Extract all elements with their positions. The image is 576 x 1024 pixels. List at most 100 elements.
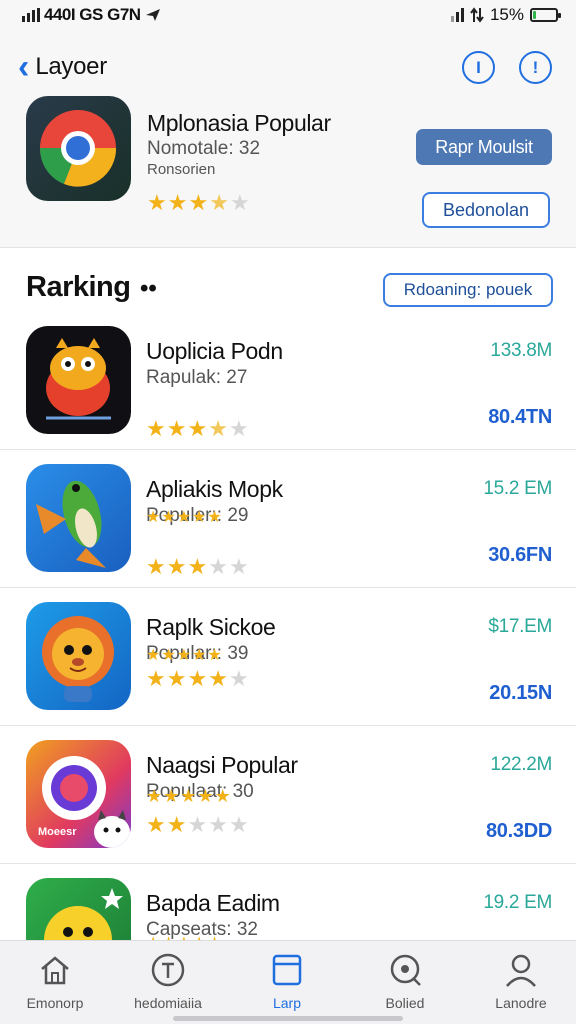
featured-rating-stars: ★ ★ ★ ★ ★ [147, 192, 250, 214]
star-icon: ★ [197, 786, 214, 806]
star-icon: ★ [228, 416, 249, 441]
tab-profile[interactable]: Lanodre [466, 951, 576, 1011]
app-name: Naagsi Popular [146, 752, 298, 778]
star-icon: ★ [146, 647, 161, 664]
section-title: Rarking [26, 271, 131, 303]
star-icon: ★ [192, 647, 207, 664]
app-row[interactable]: Apliakis Mopk Populer:: 29 ★ ★ ★ ★ ★ ★ ★ ★ ★ ★ 1… [0, 450, 576, 588]
orange-monster-icon [26, 326, 131, 434]
star-icon: ★ [187, 666, 208, 691]
app-subtitle: Rapulak: 27 [146, 367, 248, 388]
app-download-count: 30.6FN [488, 544, 552, 566]
tab-label: Lanodre [495, 995, 547, 1011]
star-icon: ★ [176, 509, 192, 526]
star-icon: ★ [187, 812, 208, 837]
star-icon: ★ [166, 666, 187, 691]
app-download-count: 80.4TN [488, 406, 552, 428]
folder-icon [232, 951, 342, 989]
home-icon [0, 951, 110, 989]
status-bar: 440I GS G7N 15% [0, 0, 576, 34]
app-size: 15.2 EM [483, 478, 552, 499]
home-indicator [173, 1016, 403, 1021]
star-icon: ★ [208, 554, 228, 579]
chevron-left-icon: ‹ [18, 48, 30, 86]
back-label: Layoer [35, 53, 107, 80]
search-icon [350, 951, 460, 989]
star-icon: ★ [192, 509, 207, 526]
star-icon: ★ [166, 554, 187, 579]
app-icon-text: Moeesr [38, 826, 77, 838]
app-size: 122.2M [490, 754, 552, 775]
tab-label: Bolied [385, 995, 425, 1011]
star-icon: ★ [146, 786, 163, 806]
star-icon: ★ [146, 812, 166, 837]
app-download-count: 80.3DD [485, 820, 552, 842]
battery-percent: 15% [489, 5, 524, 24]
tab-label: hedomiaiia [134, 995, 202, 1011]
star-icon: ★ [146, 666, 166, 691]
star-icon: ★ [163, 786, 180, 806]
tab-search[interactable]: Bolied [350, 951, 460, 1011]
star-icon: ★ [180, 786, 197, 806]
star-icon: ★ [166, 416, 187, 441]
star-icon: ★ [208, 812, 228, 837]
section-action-button[interactable]: Rdoaning: pouek [383, 273, 553, 307]
location-arrow-icon [145, 9, 160, 21]
tab-label: Larp [272, 995, 302, 1011]
app-rating-stars: ★ ★ ★ ★ ★ [146, 418, 249, 440]
app-name: Apliakis Mopk [146, 476, 283, 502]
star-icon: ★ [214, 786, 231, 806]
app-name: Uoplicia Podn [146, 338, 283, 364]
star-icon: ★ [228, 812, 249, 837]
signal-icon [22, 8, 40, 22]
app-row[interactable]: Uoplicia Podn Rapulak: 27 ★ ★ ★ ★ ★ 133.8M 8… [0, 312, 576, 450]
star-icon: ★ [176, 647, 192, 664]
alert-circle-icon[interactable]: ! [519, 51, 552, 84]
tab-folder[interactable]: Larp [232, 951, 342, 1011]
back-button[interactable]: ‹ Layoer [18, 48, 107, 86]
star-icon: ★ [146, 509, 161, 526]
featured-secondary-button[interactable]: Bedonolan [422, 192, 550, 228]
star-icon: ★ [167, 190, 188, 215]
featured-primary-button[interactable]: Rapr Moulsit [416, 129, 552, 165]
app-name: Bapda Eadim [146, 890, 280, 916]
star-icon: ★ [161, 509, 176, 526]
star-icon: ★ [147, 190, 167, 215]
star-icon: ★ [187, 416, 208, 441]
star-icon: ★ [209, 190, 229, 215]
section-dots: •• [140, 275, 157, 302]
star-icon: ★ [207, 647, 222, 664]
app-rating-stars: ★ ★ ★ ★ ★ [146, 814, 249, 836]
app-rating-stars: ★ ★ ★ ★ ★ [146, 668, 249, 690]
t-circle-icon [113, 951, 223, 989]
app-size: 133.8M [490, 340, 552, 361]
status-left: 440I GS G7N [22, 5, 161, 25]
star-icon: ★ [229, 190, 250, 215]
app-row[interactable]: Raplk Sickoe Popular:: 39 ★ ★ ★ ★ ★ ★ ★ ★ ★ ★ $1… [0, 588, 576, 726]
data-arrows-icon [470, 7, 484, 23]
app-small-rating-stars: ★★★★★ [146, 510, 222, 526]
app-download-count: 20.15N [489, 682, 552, 704]
star-icon: ★ [161, 647, 176, 664]
star-icon: ★ [208, 666, 228, 691]
app-name: Raplk Sickoe [146, 614, 276, 640]
featured-title: Mplonasia Popular [147, 110, 331, 136]
app-row[interactable]: Bapda Eadim Capseats: 32 ★★★★★ 19.2 EM [0, 864, 576, 944]
tab-home[interactable]: Emonorp [0, 951, 110, 1011]
green-bird-icon [26, 464, 131, 572]
star-icon: ★ [146, 554, 166, 579]
app-rating-stars: ★ ★ ★ ★ ★ [146, 556, 249, 578]
camera-cat-icon: Moeesr [26, 740, 131, 848]
star-icon: ★ [166, 812, 187, 837]
star-icon: ★ [146, 416, 166, 441]
app-size: 19.2 EM [483, 892, 552, 913]
star-icon: ★ [208, 416, 228, 441]
app-row[interactable]: Moeesr Naagsi Popular Ropulaat: 30 ★ ★ ★ ★ ★… [0, 726, 576, 864]
featured-app-icon[interactable] [26, 96, 131, 201]
info-circle-icon[interactable]: I [462, 51, 495, 84]
app-size: $17.EM [488, 616, 552, 637]
battery-icon [530, 8, 561, 22]
star-icon: ★ [187, 554, 208, 579]
carrier-text: 440I GS G7N [44, 5, 141, 24]
tab-t-circle[interactable]: hedomiaiia [113, 951, 223, 1011]
